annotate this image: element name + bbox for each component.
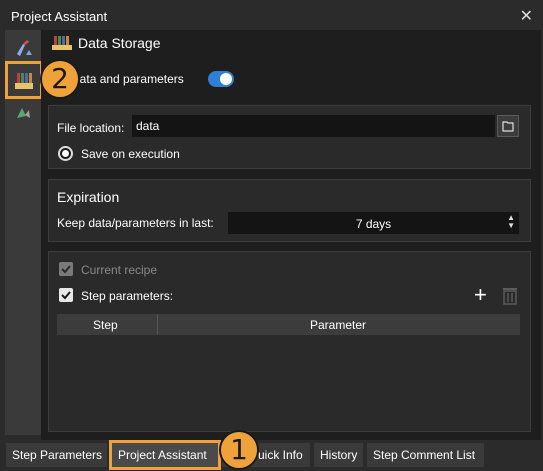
- storage-toggle[interactable]: [208, 71, 234, 87]
- save-on-execution-radio[interactable]: [58, 146, 73, 161]
- step-parameters-checkbox[interactable]: [59, 288, 73, 302]
- file-location-label: File location:: [57, 121, 125, 135]
- check-icon: [61, 291, 71, 300]
- tab-history[interactable]: History: [314, 443, 363, 467]
- keep-label: Keep data/parameters in last:: [57, 216, 214, 230]
- sidebar-item-data-storage[interactable]: [5, 61, 43, 99]
- check-icon: [61, 265, 71, 274]
- close-icon[interactable]: ✕: [520, 6, 533, 26]
- column-divider: [157, 314, 158, 335]
- page-title: Data Storage: [78, 35, 161, 51]
- column-header-parameter[interactable]: Parameter: [310, 318, 366, 332]
- expiration-title: Expiration: [57, 189, 120, 205]
- tab-step-parameters[interactable]: Step Parameters: [6, 443, 107, 467]
- save-on-execution-label: Save on execution: [81, 147, 180, 161]
- folder-icon: [502, 121, 514, 132]
- add-icon[interactable]: +: [474, 282, 487, 308]
- window-title: Project Assistant: [11, 9, 108, 24]
- callout-1: 1: [219, 430, 259, 470]
- current-recipe-checkbox[interactable]: [59, 262, 73, 276]
- recipe-panel: [48, 251, 531, 432]
- toggle-knob: [220, 73, 232, 85]
- callout-2: 2: [40, 59, 80, 99]
- trash-icon[interactable]: [501, 286, 519, 305]
- tab-step-comment-list[interactable]: Step Comment List: [367, 443, 484, 467]
- title-bar: Project Assistant ✕: [0, 0, 543, 32]
- table-header: Step Parameter: [57, 314, 520, 335]
- tab-bar: Step Parameters Project Assistant uick I…: [0, 440, 543, 471]
- sidebar: [5, 30, 43, 435]
- column-header-step[interactable]: Step: [93, 318, 118, 332]
- spin-arrows-icon[interactable]: ▲ ▼: [507, 214, 515, 230]
- keep-duration-spinbox[interactable]: 7 days ▲ ▼: [228, 212, 519, 234]
- tab-project-assistant[interactable]: Project Assistant: [109, 440, 221, 470]
- triangle-chart-icon: [17, 108, 30, 118]
- sidebar-item-chart[interactable]: [9, 98, 37, 126]
- current-recipe-label: Current recipe: [81, 263, 158, 277]
- database-icon: [15, 73, 33, 89]
- step-parameters-label: Step parameters:: [81, 289, 174, 303]
- sidebar-item-flask[interactable]: [9, 34, 37, 62]
- storage-label: e data and parameters: [63, 72, 184, 86]
- database-icon: [52, 36, 72, 50]
- flask-icon: [17, 40, 32, 56]
- file-location-input[interactable]: [132, 115, 495, 137]
- radio-dot: [62, 150, 69, 157]
- keep-duration-value: 7 days: [355, 217, 392, 231]
- browse-folder-button[interactable]: [497, 115, 519, 137]
